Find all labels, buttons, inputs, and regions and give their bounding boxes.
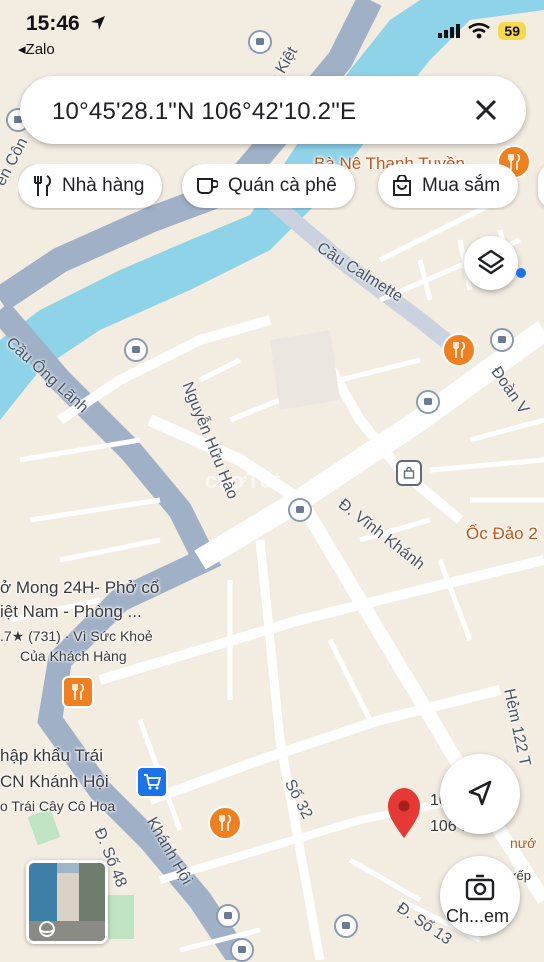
- place-label-fruit-2[interactable]: CN Khánh Hội: [0, 772, 109, 792]
- lens-label[interactable]: Ch...em: [446, 906, 509, 927]
- status-icons: 59: [438, 22, 526, 40]
- shopping-bag-poi-icon[interactable]: [396, 460, 422, 486]
- bus-stop-icon[interactable]: [216, 904, 240, 928]
- search-query[interactable]: 10°45'28.1"N 106°42'10.2"E: [52, 98, 356, 126]
- place-label-oc-dao[interactable]: Ốc Đảo 2: [466, 524, 538, 544]
- restaurant-poi-icon[interactable]: [208, 806, 242, 840]
- search-bar[interactable]: 10°45'28.1"N 106°42'10.2"E: [20, 76, 526, 144]
- chip-label: Nhà hàng: [62, 175, 145, 196]
- bus-stop-icon[interactable]: [334, 914, 358, 938]
- chip-label: Mua sắm: [422, 175, 501, 196]
- chip-label: Quán cà phê: [228, 175, 337, 196]
- restaurant-poi-icon[interactable]: [62, 676, 94, 708]
- close-icon[interactable]: [468, 92, 504, 128]
- status-time: 15:46: [26, 12, 106, 36]
- place-label-partial: nướ: [510, 835, 537, 851]
- restaurant-poi-icon[interactable]: [442, 333, 476, 367]
- chip-more[interactable]: [538, 164, 544, 208]
- street-view-thumbnail[interactable]: [26, 860, 108, 944]
- navigation-arrow-icon: [468, 780, 492, 806]
- fork-knife-icon: [34, 175, 51, 196]
- category-chips: Nhà hàng Quán cà phê Mua sắm: [18, 164, 544, 210]
- cellular-signal-icon: [438, 24, 461, 38]
- bus-stop-icon[interactable]: [490, 328, 514, 352]
- back-to-app-link[interactable]: ◂Zalo: [18, 40, 55, 58]
- place-label-pho-name[interactable]: ở Mong 24H- Phở cổ: [0, 578, 159, 598]
- wifi-icon: [468, 23, 491, 39]
- place-label-fruit[interactable]: hập khẩu Trái: [0, 746, 103, 766]
- place-label-pho-name-2[interactable]: iệt Nam - Phòng ...: [0, 602, 142, 622]
- shopping-bag-icon: [393, 175, 411, 196]
- street-view-image: [29, 863, 105, 941]
- status-bar: 15:46 ◂Zalo 59: [0, 0, 544, 60]
- park-area: [104, 895, 134, 939]
- shopping-cart-icon[interactable]: [136, 766, 168, 798]
- bus-stop-icon[interactable]: [416, 390, 440, 414]
- place-rating: .7★ (731) · Vì Sức Khoẻ: [0, 628, 153, 644]
- layers-button[interactable]: [464, 236, 518, 290]
- layers-icon: [477, 249, 505, 275]
- battery-indicator: 59: [498, 22, 526, 40]
- coffee-cup-icon: [197, 178, 218, 194]
- location-dot: [516, 268, 526, 278]
- plaza-area: [270, 330, 340, 410]
- location-arrow-icon: [90, 16, 105, 30]
- place-subtitle: Của Khách Hàng: [20, 648, 127, 664]
- bus-stop-icon[interactable]: [288, 498, 312, 522]
- back-triangle-icon: ◂: [18, 41, 26, 58]
- place-subtitle: o Trái Cây Cô Hoa: [0, 798, 116, 814]
- bus-stop-icon[interactable]: [230, 938, 254, 962]
- chip-restaurants[interactable]: Nhà hàng: [18, 164, 163, 208]
- my-location-button[interactable]: [440, 754, 520, 834]
- chip-shopping[interactable]: Mua sắm: [378, 164, 519, 208]
- bus-stop-icon[interactable]: [124, 338, 148, 362]
- chip-cafe[interactable]: Quán cà phê: [182, 164, 355, 208]
